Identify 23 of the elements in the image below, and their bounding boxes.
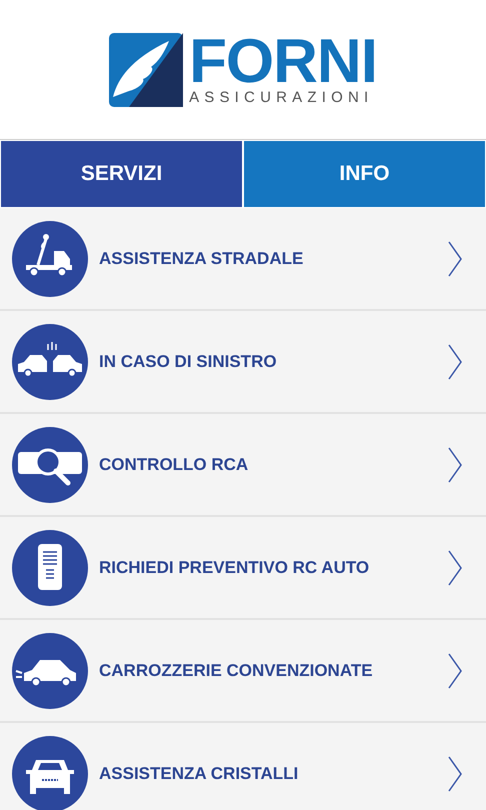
- car-front-icon: [12, 736, 88, 810]
- car-crash-icon: [12, 324, 88, 400]
- brand-tagline: ASSICURAZIONI: [189, 90, 374, 105]
- tow-truck-icon: [12, 220, 88, 296]
- service-label: ASSISTENZA STRADALE: [99, 248, 304, 270]
- car-icon: [12, 632, 88, 708]
- tab[interactable]: INFO: [243, 140, 486, 208]
- plate-search-icon: [12, 426, 88, 502]
- service-label: RICHIEDI PREVENTIVO RC AUTO: [99, 556, 370, 579]
- chevron-icon: [448, 344, 462, 380]
- wing-icon: [109, 32, 184, 106]
- service-label: IN CASO DI SINISTRO: [99, 350, 278, 373]
- service-label: CARROZZERIE CONVENZIONATE: [99, 660, 374, 682]
- service-label: CONTROLLO RCA: [99, 454, 250, 476]
- chevron-icon: [448, 550, 462, 586]
- document-icon: [12, 530, 88, 606]
- chevron-icon: [448, 756, 462, 792]
- service-label: ASSISTENZA CRISTALLI: [99, 762, 300, 785]
- chevron-icon: [448, 446, 462, 482]
- chevron-icon: [448, 652, 462, 688]
- tab[interactable]: SERVIZI: [0, 140, 243, 208]
- chevron-icon: [448, 240, 462, 276]
- brand-name: FORNI: [189, 34, 377, 90]
